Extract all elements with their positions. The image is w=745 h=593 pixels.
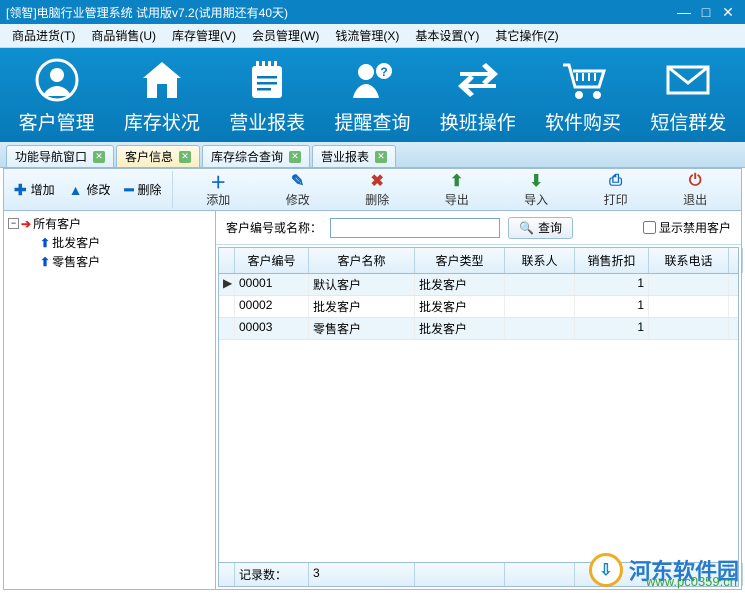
tree-edit-button[interactable]: ▲修改 <box>69 181 111 198</box>
toolbar-inventory-status[interactable]: 库存状况 <box>112 56 212 135</box>
user-circle-icon <box>7 56 107 104</box>
swap-icon <box>428 56 528 104</box>
toolbar-delete[interactable]: ✖删除 <box>350 171 404 208</box>
plus-icon: ✚ <box>14 181 27 199</box>
collapse-icon[interactable]: − <box>8 218 19 229</box>
tree-node-wholesale[interactable]: ⬆ 批发客户 <box>40 234 211 251</box>
content-area: ✚增加 ▲修改 ━删除 ＋添加 ✎修改 ✖删除 ⬆导出 ⬇导入 ⎙打印 ⏻退出 … <box>3 168 742 590</box>
print-icon: ⎙ <box>609 171 622 191</box>
x-icon: ✖ <box>371 171 384 191</box>
arrow-up-icon: ⬆ <box>40 236 50 250</box>
show-disabled-checkbox[interactable]: 显示禁用客户 <box>643 219 731 236</box>
search-input[interactable] <box>330 218 500 238</box>
tab-bar: 功能导航窗口✕ 客户信息✕ 库存综合查询✕ 营业报表✕ <box>0 142 745 168</box>
record-count-value: 3 <box>309 563 415 586</box>
close-button[interactable]: ✕ <box>717 4 739 21</box>
secondary-toolbar: ✚增加 ▲修改 ━删除 ＋添加 ✎修改 ✖删除 ⬆导出 ⬇导入 ⎙打印 ⏻退出 <box>4 169 741 211</box>
tab-navigation[interactable]: 功能导航窗口✕ <box>6 145 114 167</box>
grid-footer: 记录数： 3 <box>219 562 738 586</box>
window-title: [领智]电脑行业管理系统 试用版v7.2(试用期还有40天) <box>6 4 673 21</box>
tab-inventory-query[interactable]: 库存综合查询✕ <box>202 145 310 167</box>
search-label: 客户编号或名称： <box>226 219 322 236</box>
toolbar-print[interactable]: ⎙打印 <box>589 171 643 208</box>
toolbar-exit[interactable]: ⏻退出 <box>668 171 722 208</box>
toolbar-reports[interactable]: 营业报表 <box>217 56 317 135</box>
col-name[interactable]: 客户名称 <box>309 248 415 273</box>
menu-purchase[interactable]: 商品进货(T) <box>6 25 81 46</box>
toolbar-purchase[interactable]: 软件购买 <box>533 56 633 135</box>
toolbar-add[interactable]: ＋添加 <box>191 171 245 208</box>
right-pane: 客户编号或名称： 🔍 查询 显示禁用客户 客户编号 客户名称 客户类型 联系 <box>216 211 741 589</box>
title-bar: [领智]电脑行业管理系统 试用版v7.2(试用期还有40天) — □ ✕ <box>0 0 745 24</box>
col-discount[interactable]: 销售折扣 <box>575 248 649 273</box>
search-button[interactable]: 🔍 查询 <box>508 217 573 239</box>
tree-delete-button[interactable]: ━删除 <box>124 181 161 199</box>
menu-members[interactable]: 会员管理(W) <box>246 25 325 46</box>
svg-text:?: ? <box>381 65 388 79</box>
pencil-icon: ✎ <box>291 171 304 191</box>
toolbar-shift[interactable]: 换班操作 <box>428 56 528 135</box>
menu-settings[interactable]: 基本设置(Y) <box>409 25 485 46</box>
notepad-icon <box>217 56 317 104</box>
category-tree[interactable]: − ➔ 所有客户 ⬆ 批发客户 ⬆ 零售客户 <box>4 211 216 589</box>
col-phone[interactable]: 联系电话 <box>649 248 729 273</box>
tab-business-report[interactable]: 营业报表✕ <box>312 145 396 167</box>
toolbar-sms[interactable]: 短信群发 <box>638 56 738 135</box>
customer-grid[interactable]: 客户编号 客户名称 客户类型 联系人 销售折扣 联系电话 ▶ 00001 默认客… <box>218 247 739 587</box>
house-icon <box>112 56 212 104</box>
menu-inventory[interactable]: 库存管理(V) <box>166 25 242 46</box>
import-icon: ⬇ <box>529 171 542 191</box>
toolbar-edit[interactable]: ✎修改 <box>271 171 325 208</box>
close-icon[interactable]: ✕ <box>93 151 105 163</box>
menu-finance[interactable]: 钱流管理(X) <box>329 25 405 46</box>
toolbar-reminder[interactable]: ? 提醒查询 <box>322 56 422 135</box>
search-bar: 客户编号或名称： 🔍 查询 显示禁用客户 <box>216 211 741 245</box>
menu-bar: 商品进货(T) 商品销售(U) 库存管理(V) 会员管理(W) 钱流管理(X) … <box>0 24 745 48</box>
magnifier-icon: 🔍 <box>519 221 534 235</box>
close-icon[interactable]: ✕ <box>179 151 191 163</box>
maximize-button[interactable]: □ <box>695 4 717 20</box>
arrow-right-icon: ➔ <box>21 217 31 231</box>
menu-sales[interactable]: 商品销售(U) <box>85 25 162 46</box>
grid-body[interactable]: ▶ 00001 默认客户 批发客户 1 00002 批发客户 批发客户 <box>219 274 738 562</box>
tree-add-button[interactable]: ✚增加 <box>14 181 55 199</box>
table-row[interactable]: 00002 批发客户 批发客户 1 <box>219 296 738 318</box>
col-contact[interactable]: 联系人 <box>505 248 575 273</box>
export-icon: ⬆ <box>450 171 463 191</box>
toolbar-import[interactable]: ⬇导入 <box>509 171 563 208</box>
menu-other[interactable]: 其它操作(Z) <box>489 25 564 46</box>
col-id[interactable]: 客户编号 <box>235 248 309 273</box>
row-indicator-icon: ▶ <box>219 274 235 295</box>
table-row[interactable]: 00003 零售客户 批发客户 1 <box>219 318 738 340</box>
cart-icon <box>533 56 633 104</box>
up-arrow-icon: ▲ <box>69 182 83 198</box>
close-icon[interactable]: ✕ <box>375 151 387 163</box>
tree-node-retail[interactable]: ⬆ 零售客户 <box>40 253 211 270</box>
col-type[interactable]: 客户类型 <box>415 248 505 273</box>
record-count-label: 记录数： <box>235 563 309 586</box>
arrow-up-icon: ⬆ <box>40 255 50 269</box>
minimize-button[interactable]: — <box>673 4 695 20</box>
plus-icon: ＋ <box>210 171 226 191</box>
close-icon[interactable]: ✕ <box>289 151 301 163</box>
minus-icon: ━ <box>124 181 133 199</box>
toolbar-customer-manage[interactable]: 客户管理 <box>7 56 107 135</box>
person-help-icon: ? <box>322 56 422 104</box>
main-toolbar: 客户管理 库存状况 营业报表 ? 提醒查询 换班操作 软件购买 短信群发 <box>0 48 745 142</box>
power-icon: ⏻ <box>689 171 702 191</box>
grid-header: 客户编号 客户名称 客户类型 联系人 销售折扣 联系电话 <box>219 248 738 274</box>
tab-customer-info[interactable]: 客户信息✕ <box>116 145 200 167</box>
envelope-icon <box>638 56 738 104</box>
table-row[interactable]: ▶ 00001 默认客户 批发客户 1 <box>219 274 738 296</box>
toolbar-export[interactable]: ⬆导出 <box>430 171 484 208</box>
tree-root-node[interactable]: − ➔ 所有客户 <box>8 215 211 232</box>
